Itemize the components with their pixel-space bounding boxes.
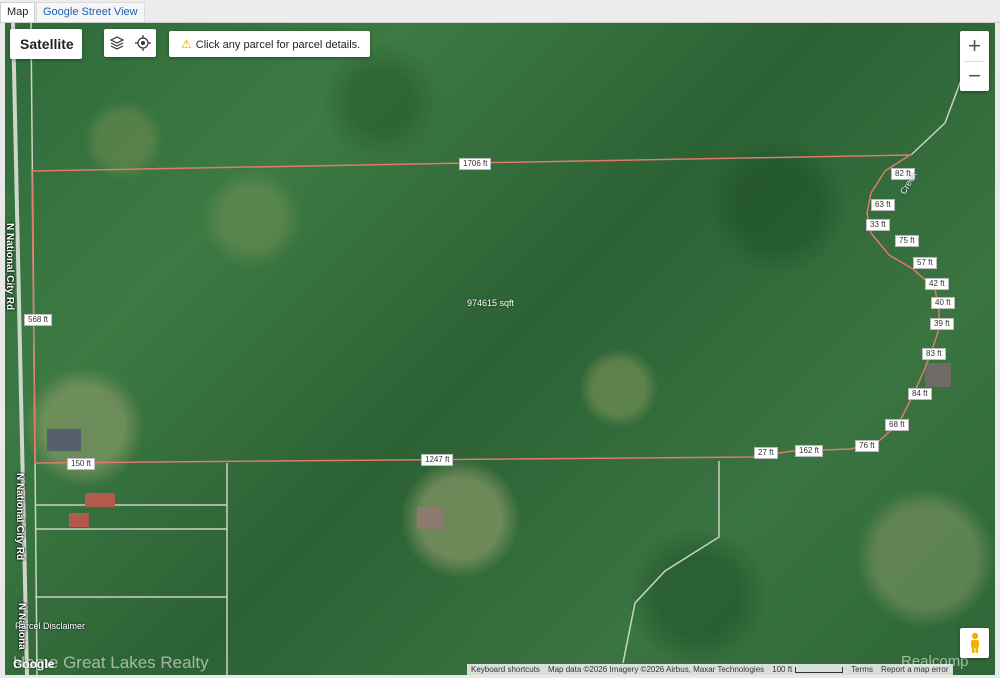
caret-down-icon: ▼	[23, 71, 32, 81]
edge-label: 42 ft	[925, 278, 949, 290]
layers-icon[interactable]	[104, 29, 130, 57]
parcel-area-label: 974615 sqft	[467, 298, 515, 308]
edge-label: 162 ft	[795, 445, 824, 457]
map-attribution: Map data ©2026 Imagery ©2026 Airbus, Max…	[547, 665, 765, 674]
edge-label: 40 ft	[931, 297, 955, 309]
map-scale: 100 ft	[772, 664, 844, 675]
edge-label: 568 ft	[24, 314, 53, 326]
keyboard-shortcuts-link[interactable]: Keyboard shortcuts	[471, 664, 540, 675]
edge-label: 39 ft	[930, 318, 954, 330]
map-type-label: Satellite	[20, 36, 74, 52]
road-label: N National City Rd	[14, 473, 25, 561]
house-roof	[85, 493, 115, 507]
edge-label: 1706 ft	[459, 158, 492, 170]
watermark-left: Home Great Lakes Realty	[13, 653, 209, 672]
parcel-hint: ⚠ Click any parcel for parcel details.	[169, 31, 371, 57]
terms-link[interactable]: Terms	[851, 664, 873, 675]
map-footer: Keyboard shortcuts Map data ©2026 Imager…	[467, 664, 953, 675]
house-roof	[69, 513, 89, 527]
map-tabbar: Map Google Street View	[0, 0, 1000, 23]
edge-label: 27 ft	[754, 447, 778, 459]
edge-label: 83 ft	[922, 348, 946, 360]
edge-label: 33 ft	[866, 219, 890, 231]
road-national-city	[11, 23, 29, 675]
edge-label: 1247 ft	[421, 454, 454, 466]
edge-label: 63 ft	[871, 199, 895, 211]
edge-label: 68 ft	[885, 419, 909, 431]
scale-text: 100 ft	[772, 665, 793, 674]
edge-label: 150 ft	[67, 458, 96, 470]
zoom-control: + −	[960, 31, 989, 91]
zoom-in-button[interactable]: +	[960, 31, 989, 61]
pegman-icon[interactable]	[960, 628, 989, 658]
parcel-outline[interactable]	[31, 154, 940, 464]
house-roof	[925, 363, 951, 387]
house-roof	[47, 429, 81, 451]
edge-label: 76 ft	[855, 440, 879, 452]
warning-icon: ⚠	[181, 37, 192, 51]
driveway	[622, 461, 720, 664]
satellite-map[interactable]: Satellite ▼ ⚠ Click any parcel for parcel…	[5, 23, 995, 675]
zoom-divider	[964, 61, 985, 62]
edge-label: 75 ft	[895, 235, 919, 247]
parcel-disclaimer-link[interactable]: Parcel Disclaimer	[15, 621, 85, 631]
map-type-selector[interactable]: Satellite ▼	[10, 29, 82, 81]
map-tool-buttons	[104, 29, 156, 57]
tab-street-view[interactable]: Google Street View	[36, 2, 145, 22]
edge-label: 57 ft	[913, 257, 937, 269]
locate-icon[interactable]	[130, 29, 156, 57]
road-label: N National City Rd	[5, 223, 15, 311]
hint-text: Click any parcel for parcel details.	[195, 39, 361, 51]
report-error-link[interactable]: Report a map error	[881, 664, 949, 675]
scale-bar	[795, 666, 844, 673]
tab-map[interactable]: Map	[0, 2, 36, 22]
map-overlay	[11, 23, 971, 675]
edge-label: 84 ft	[908, 388, 932, 400]
house-roof	[417, 507, 443, 529]
zoom-out-button[interactable]: −	[960, 61, 989, 91]
